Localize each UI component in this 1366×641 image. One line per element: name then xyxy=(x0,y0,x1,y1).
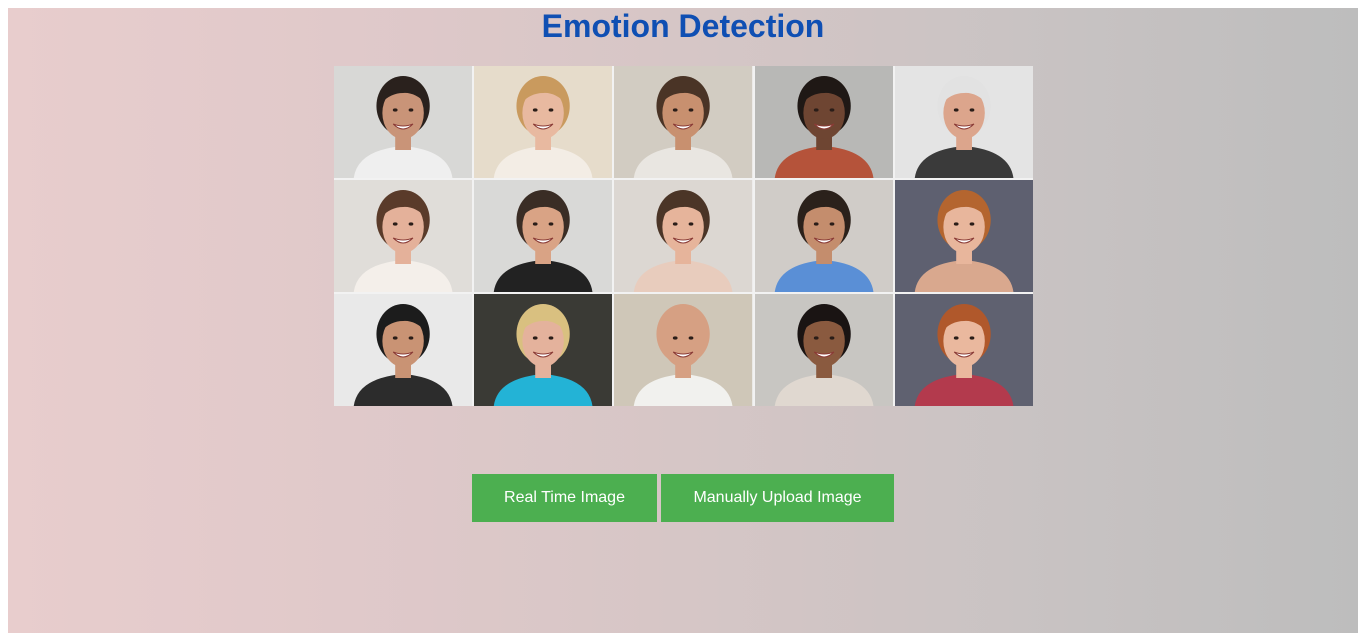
face-boy-red-hair-glasses xyxy=(894,294,1033,406)
face-man-blue-shirt xyxy=(754,180,893,292)
face-woman-smiling-portrait xyxy=(614,180,753,292)
face-woman-blonde-portrait xyxy=(474,66,613,178)
face-man-bowtie xyxy=(474,180,613,292)
face-elderly-man-glasses xyxy=(894,66,1033,178)
face-man-curly-beard-portrait xyxy=(614,66,753,178)
face-woman-red-hair xyxy=(894,180,1033,292)
face-boy-red-hair-glasses-portrait xyxy=(894,294,1033,406)
face-woman-brown-hair xyxy=(334,180,473,292)
face-woman-brown-hair-portrait xyxy=(334,180,473,292)
smiling-faces-collage-image xyxy=(334,66,1033,406)
face-man-dark-hair xyxy=(334,66,473,178)
face-woman-long-black-hair-portrait xyxy=(754,294,893,406)
action-buttons: Real Time Image Manually Upload Image xyxy=(472,474,894,522)
face-woman-long-black-hair xyxy=(754,294,893,406)
face-man-bowtie-portrait xyxy=(474,180,613,292)
face-woman-short-hair xyxy=(754,66,893,178)
face-woman-short-hair-portrait xyxy=(754,66,893,178)
face-man-blue-shirt-portrait xyxy=(754,180,893,292)
face-woman-blonde-glasses xyxy=(474,294,613,406)
face-woman-blonde xyxy=(474,66,613,178)
manually-upload-image-button[interactable]: Manually Upload Image xyxy=(661,474,894,522)
page-title: Emotion Detection xyxy=(541,8,825,44)
face-man-dark-hair-portrait xyxy=(334,66,473,178)
face-woman-blonde-glasses-portrait xyxy=(474,294,613,406)
face-woman-red-hair-portrait xyxy=(894,180,1033,292)
page-background: Emotion Detection Real Time Image Manual… xyxy=(8,8,1358,633)
face-bald-man-glasses xyxy=(614,294,753,406)
face-man-suit-portrait xyxy=(334,294,473,406)
face-man-suit xyxy=(334,294,473,406)
face-bald-man-glasses-portrait xyxy=(614,294,753,406)
real-time-image-button[interactable]: Real Time Image xyxy=(472,474,657,522)
face-man-curly-beard xyxy=(614,66,753,178)
face-woman-smiling xyxy=(614,180,753,292)
face-elderly-man-glasses-portrait xyxy=(894,66,1033,178)
